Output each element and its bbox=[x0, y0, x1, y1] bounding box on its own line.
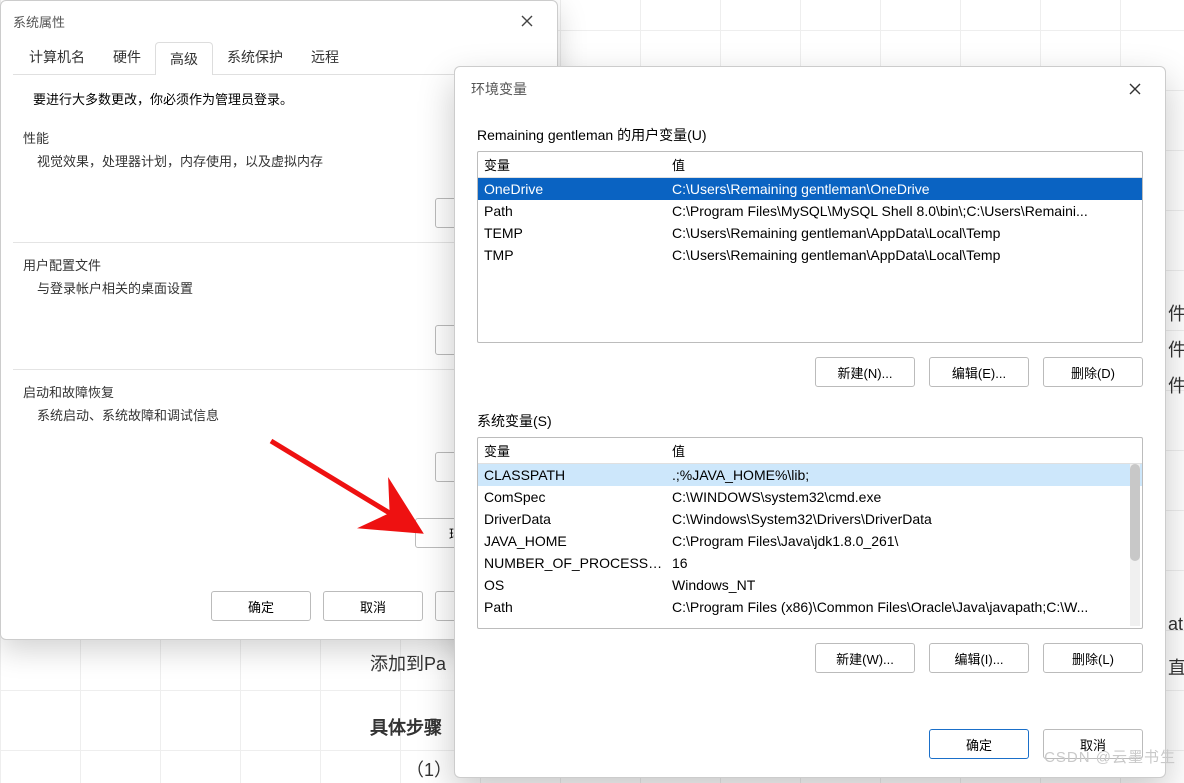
list-item[interactable]: ComSpecC:\WINDOWS\system32\cmd.exe bbox=[478, 486, 1142, 508]
sysprop-intro: 要进行大多数更改，你必须作为管理员登录。 bbox=[33, 89, 525, 108]
var-value: C:\Windows\System32\Drivers\DriverData bbox=[672, 511, 1136, 527]
var-value: C:\Users\Remaining gentleman\OneDrive bbox=[672, 181, 1136, 197]
bg-text-s3: 件 bbox=[1168, 372, 1184, 398]
var-name: Path bbox=[484, 203, 672, 219]
env-close-button[interactable] bbox=[1115, 75, 1155, 103]
var-value: C:\Users\Remaining gentleman\AppData\Loc… bbox=[672, 247, 1136, 263]
tab-advanced[interactable]: 高级 bbox=[155, 42, 213, 75]
bg-text-addto: 添加到Pa bbox=[370, 650, 446, 676]
watermark: CSDN @云墨书生 bbox=[1044, 746, 1176, 767]
var-value: 16 bbox=[672, 555, 1136, 571]
listbox-header: 变量 值 bbox=[478, 438, 1142, 464]
env-titlebar: 环境变量 bbox=[455, 67, 1165, 107]
var-value: C:\Users\Remaining gentleman\AppData\Loc… bbox=[672, 225, 1136, 241]
sys-new-button[interactable]: 新建(W)... bbox=[815, 643, 915, 673]
var-name: TEMP bbox=[484, 225, 672, 241]
tab-hardware[interactable]: 硬件 bbox=[99, 41, 155, 74]
tab-system-protection[interactable]: 系统保护 bbox=[213, 41, 297, 74]
var-name: OS bbox=[484, 577, 672, 593]
tab-computer-name[interactable]: 计算机名 bbox=[15, 41, 99, 74]
user-new-button[interactable]: 新建(N)... bbox=[815, 357, 915, 387]
env-title: 环境变量 bbox=[471, 79, 527, 99]
list-item[interactable]: NUMBER_OF_PROCESSORS16 bbox=[478, 552, 1142, 574]
var-name: TMP bbox=[484, 247, 672, 263]
list-item[interactable]: JAVA_HOMEC:\Program Files\Java\jdk1.8.0_… bbox=[478, 530, 1142, 552]
col-variable: 变量 bbox=[484, 155, 672, 174]
user-vars-label: Remaining gentleman 的用户变量(U) bbox=[477, 125, 1143, 145]
col-value: 值 bbox=[672, 441, 1136, 460]
close-icon bbox=[1129, 83, 1141, 95]
bg-text-s1: 件 bbox=[1168, 300, 1184, 326]
user-edit-button[interactable]: 编辑(E)... bbox=[929, 357, 1029, 387]
sys-delete-button[interactable]: 删除(L) bbox=[1043, 643, 1143, 673]
user-vars-listbox[interactable]: 变量 值 OneDriveC:\Users\Remaining gentlema… bbox=[477, 151, 1143, 343]
scrollbar-thumb[interactable] bbox=[1130, 464, 1140, 561]
bg-text-steps: 具体步骤 bbox=[370, 714, 442, 740]
bg-text-s4: atl bbox=[1168, 614, 1184, 635]
sysprop-titlebar: 系统属性 bbox=[1, 1, 557, 35]
list-item[interactable]: TEMPC:\Users\Remaining gentleman\AppData… bbox=[478, 222, 1142, 244]
var-value: C:\Program Files\Java\jdk1.8.0_261\ bbox=[672, 533, 1136, 549]
sysprop-ok-button[interactable]: 确定 bbox=[211, 591, 311, 621]
listbox-header: 变量 值 bbox=[478, 152, 1142, 178]
var-value: .;%JAVA_HOME%\lib; bbox=[672, 467, 1136, 483]
list-item[interactable]: OSWindows_NT bbox=[478, 574, 1142, 596]
environment-variables-dialog: 环境变量 Remaining gentleman 的用户变量(U) 变量 值 O… bbox=[454, 66, 1166, 778]
var-value: C:\WINDOWS\system32\cmd.exe bbox=[672, 489, 1136, 505]
var-name: JAVA_HOME bbox=[484, 533, 672, 549]
list-item[interactable]: DriverDataC:\Windows\System32\Drivers\Dr… bbox=[478, 508, 1142, 530]
bg-text-step1: （1） bbox=[406, 756, 452, 782]
list-item[interactable]: CLASSPATH.;%JAVA_HOME%\lib; bbox=[478, 464, 1142, 486]
system-vars-listbox[interactable]: 变量 值 CLASSPATH.;%JAVA_HOME%\lib;ComSpecC… bbox=[477, 437, 1143, 629]
var-name: DriverData bbox=[484, 511, 672, 527]
col-variable: 变量 bbox=[484, 441, 672, 460]
sys-edit-button[interactable]: 编辑(I)... bbox=[929, 643, 1029, 673]
list-item[interactable]: PathC:\Program Files (x86)\Common Files\… bbox=[478, 596, 1142, 618]
sysprop-cancel-button[interactable]: 取消 bbox=[323, 591, 423, 621]
var-name: OneDrive bbox=[484, 181, 672, 197]
system-vars-label: 系统变量(S) bbox=[477, 411, 1143, 431]
var-value: C:\Program Files\MySQL\MySQL Shell 8.0\b… bbox=[672, 203, 1136, 219]
user-vars-buttons: 新建(N)... 编辑(E)... 删除(D) bbox=[477, 357, 1143, 387]
list-item[interactable]: OneDriveC:\Users\Remaining gentleman\One… bbox=[478, 178, 1142, 200]
bg-text-s2: 件 bbox=[1168, 336, 1184, 362]
sysprop-title: 系统属性 bbox=[13, 12, 65, 31]
var-value: C:\Program Files (x86)\Common Files\Orac… bbox=[672, 599, 1136, 615]
user-delete-button[interactable]: 删除(D) bbox=[1043, 357, 1143, 387]
system-vars-buttons: 新建(W)... 编辑(I)... 删除(L) bbox=[477, 643, 1143, 673]
tab-remote[interactable]: 远程 bbox=[297, 41, 353, 74]
list-item[interactable]: PathC:\Program Files\MySQL\MySQL Shell 8… bbox=[478, 200, 1142, 222]
close-icon bbox=[521, 15, 533, 27]
sysprop-close-button[interactable] bbox=[507, 7, 547, 35]
var-name: Path bbox=[484, 599, 672, 615]
env-body: Remaining gentleman 的用户变量(U) 变量 值 OneDri… bbox=[455, 107, 1165, 717]
bg-text-s5: 直 bbox=[1168, 654, 1184, 680]
var-value: Windows_NT bbox=[672, 577, 1136, 593]
col-value: 值 bbox=[672, 155, 1136, 174]
var-name: CLASSPATH bbox=[484, 467, 672, 483]
var-name: ComSpec bbox=[484, 489, 672, 505]
list-item[interactable]: TMPC:\Users\Remaining gentleman\AppData\… bbox=[478, 244, 1142, 266]
scrollbar[interactable] bbox=[1130, 464, 1140, 626]
var-name: NUMBER_OF_PROCESSORS bbox=[484, 555, 672, 571]
env-ok-button[interactable]: 确定 bbox=[929, 729, 1029, 759]
